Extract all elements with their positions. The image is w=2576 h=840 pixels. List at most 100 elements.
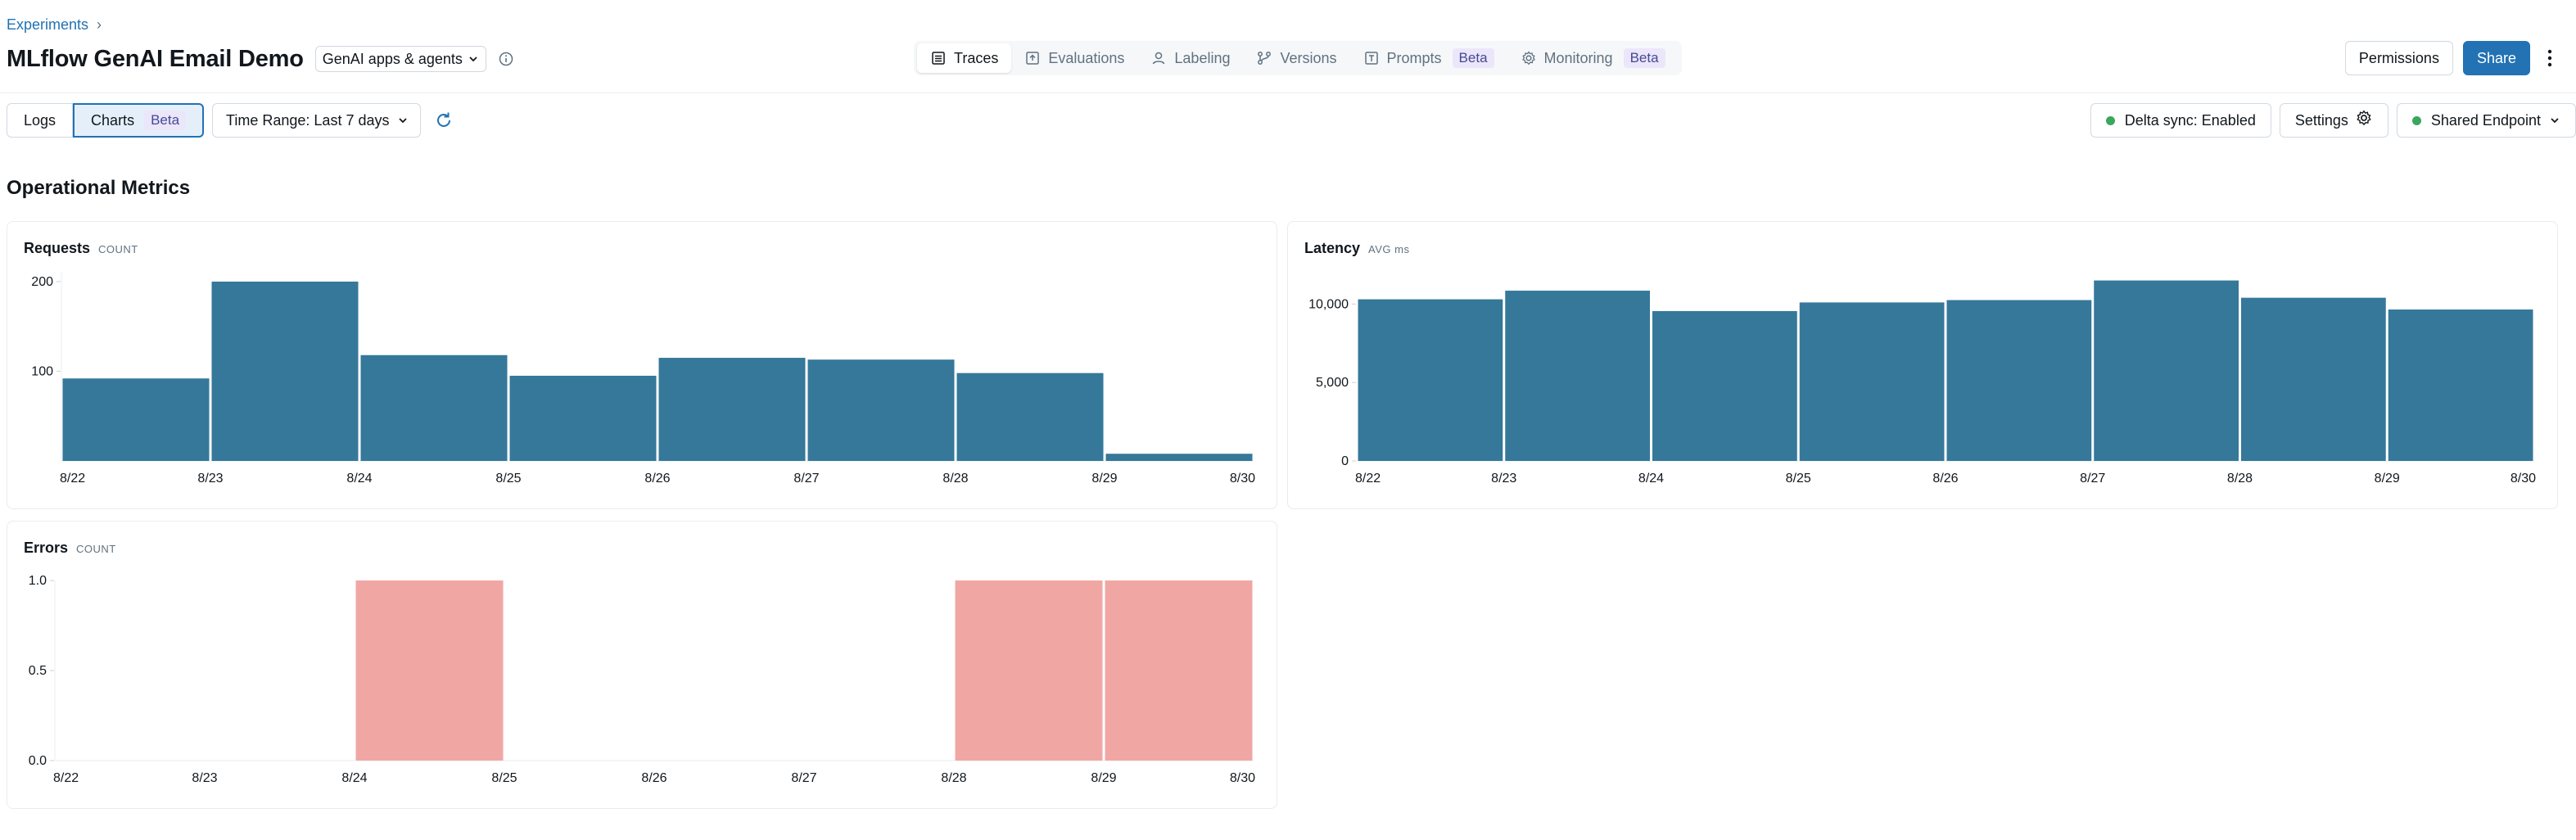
delta-sync-label: Delta sync: Enabled xyxy=(2124,111,2256,129)
bar-8/23[interactable] xyxy=(211,281,359,461)
x-tick-label: 8/30 xyxy=(1230,472,1255,485)
more-options-button[interactable] xyxy=(2540,41,2560,75)
bar-8/24[interactable] xyxy=(360,355,508,461)
chevron-down-icon xyxy=(2551,118,2559,124)
beta-badge: Beta xyxy=(1452,48,1494,68)
x-tick-label: 8/26 xyxy=(1932,472,1958,485)
y-tick-label: 0 xyxy=(1341,454,1349,468)
x-tick-label: 8/26 xyxy=(641,771,667,785)
bar-8/27[interactable] xyxy=(807,359,955,461)
tab-evaluations[interactable]: Evaluations xyxy=(1011,43,1137,73)
y-tick-label: 0.0 xyxy=(29,754,47,768)
bar-8/23[interactable] xyxy=(1505,291,1650,461)
time-range-label: Time Range: Last 7 days xyxy=(226,111,390,129)
status-dot xyxy=(2105,115,2115,125)
delta-sync-status[interactable]: Delta sync: Enabled xyxy=(2090,103,2271,138)
settings-button[interactable]: Settings xyxy=(2279,103,2388,138)
x-tick-label: 8/28 xyxy=(2227,472,2253,485)
endpoint-label: Shared Endpoint xyxy=(2430,111,2541,129)
x-tick-label: 8/28 xyxy=(941,771,966,785)
tab-versions[interactable]: Versions xyxy=(1243,43,1349,73)
x-tick-label: 8/29 xyxy=(2375,472,2400,485)
branch-icon xyxy=(1258,52,1272,65)
x-tick-label: 8/23 xyxy=(192,771,217,785)
info-icon[interactable] xyxy=(498,51,514,67)
bar-8/29[interactable] xyxy=(1105,454,1253,461)
tab-label: Prompts xyxy=(1386,49,1442,66)
errors-chart: 0.0 0.5 1.0 8/22 8/23 8/24 8/25 8/26 8/27 8/28 8/2… xyxy=(29,574,1255,785)
title-row: MLflow GenAI Email Demo GenAI apps & age… xyxy=(7,43,514,75)
x-tick-label: 8/27 xyxy=(791,771,816,785)
x-tick-label: 8/25 xyxy=(495,472,521,485)
x-tick-label: 8/29 xyxy=(1091,472,1117,485)
y-tick-label: 1.0 xyxy=(29,574,47,588)
text-box-icon xyxy=(1364,52,1378,65)
header-actions: Permissions Share xyxy=(2344,41,2560,75)
endpoint-select[interactable]: Shared Endpoint xyxy=(2396,103,2576,138)
user-icon xyxy=(1153,52,1165,65)
upload-box-icon xyxy=(1026,52,1040,65)
experiment-type-select[interactable]: GenAI apps & agents xyxy=(314,46,486,72)
beta-badge: Beta xyxy=(1623,48,1665,68)
bar-8/22[interactable] xyxy=(62,378,210,461)
bar-8/27[interactable] xyxy=(2094,280,2239,461)
x-tick-label: 8/27 xyxy=(2080,472,2105,485)
tab-monitoring[interactable]: Monitoring Beta xyxy=(1507,43,1679,73)
experiment-type-label: GenAI apps & agents xyxy=(322,50,463,67)
share-button[interactable]: Share xyxy=(2462,41,2530,75)
y-tick-label: 10,000 xyxy=(1308,297,1349,311)
kebab-menu-icon xyxy=(2547,49,2552,67)
requests-chart-card: Requests COUNT 100 200 8/22 8/23 8/24 8/25 8/2… xyxy=(7,221,1277,509)
chevron-down-icon xyxy=(469,56,477,62)
errors-chart-card: Errors COUNT 0.0 0.5 1.0 8/22 8/23 8/24 8/25 8/… xyxy=(7,521,1277,809)
time-range-select[interactable]: Time Range: Last 7 days xyxy=(212,103,422,138)
tab-label: Monitoring xyxy=(1543,49,1613,66)
status-dot xyxy=(2411,115,2421,125)
tab-labeling[interactable]: Labeling xyxy=(1137,43,1243,73)
bar-8/26[interactable] xyxy=(1946,300,2092,461)
refresh-icon[interactable] xyxy=(434,111,454,130)
x-tick-label: 8/24 xyxy=(346,472,372,485)
tab-label: Versions xyxy=(1280,49,1337,66)
charts-toggle-button[interactable]: Charts Beta xyxy=(73,103,205,138)
tab-traces[interactable]: Traces xyxy=(917,43,1012,73)
breadcrumb-experiments-link[interactable]: Experiments xyxy=(7,16,88,34)
beta-badge: Beta xyxy=(144,111,187,130)
bar-8/25[interactable] xyxy=(1799,302,1945,461)
y-tick-label: 100 xyxy=(31,364,53,378)
x-tick-label: 8/26 xyxy=(644,472,670,485)
experiment-tabs: Traces Evaluations Labeling Versions Pro… xyxy=(914,41,1682,75)
bar-8/28[interactable] xyxy=(956,373,1104,461)
bar-8/25[interactable] xyxy=(509,375,657,461)
bar-8/28[interactable] xyxy=(2241,297,2386,461)
list-icon xyxy=(932,52,945,65)
x-tick-label: 8/24 xyxy=(1638,472,1664,485)
x-tick-label: 8/23 xyxy=(1491,472,1516,485)
view-toggle: Logs Charts Beta xyxy=(7,103,205,138)
permissions-button[interactable]: Permissions xyxy=(2344,41,2453,75)
bar-8/28[interactable] xyxy=(955,580,1103,761)
tab-label: Labeling xyxy=(1174,49,1231,66)
bar-8/24[interactable] xyxy=(1652,310,1797,461)
requests-chart: 100 200 8/22 8/23 8/24 8/25 8/26 8/27 8/28 8/29 8/… xyxy=(31,273,1255,485)
x-tick-label: 8/24 xyxy=(341,771,367,785)
latency-chart-card: Latency AVG ms 0 5,000 10,000 8/22 8/23 8/24 8… xyxy=(1287,221,2558,509)
bar-8/29[interactable] xyxy=(1105,580,1253,761)
page-title: MLflow GenAI Email Demo xyxy=(7,45,304,72)
y-tick-label: 5,000 xyxy=(1316,376,1349,390)
logs-toggle-button[interactable]: Logs xyxy=(7,103,74,138)
x-tick-label: 8/27 xyxy=(793,472,819,485)
gear-icon xyxy=(1521,51,1535,65)
bar-8/24[interactable] xyxy=(355,580,504,761)
tab-label: Evaluations xyxy=(1048,49,1125,66)
x-tick-label: 8/29 xyxy=(1091,771,1116,785)
bar-8/29[interactable] xyxy=(2388,309,2533,461)
sync-toolbar: Delta sync: Enabled Settings Shared Endp… xyxy=(2090,103,2576,138)
bar-8/26[interactable] xyxy=(658,358,806,461)
bar-8/22[interactable] xyxy=(1358,299,1503,461)
x-tick-label: 8/25 xyxy=(491,771,517,785)
breadcrumb-separator: › xyxy=(97,16,102,33)
y-tick-label: 0.5 xyxy=(29,664,47,678)
tab-prompts[interactable]: Prompts Beta xyxy=(1350,43,1507,73)
tab-label: Traces xyxy=(954,49,999,66)
